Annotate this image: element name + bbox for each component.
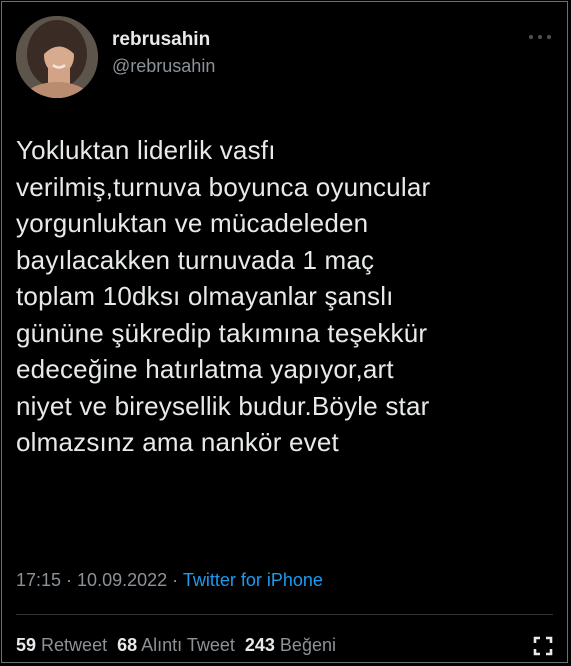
- more-dots-icon[interactable]: [529, 32, 551, 42]
- tweet-line: olmazsınz ama nankör evet: [16, 427, 339, 457]
- tweet-source-link[interactable]: Twitter for iPhone: [183, 570, 323, 590]
- like-stat[interactable]: 243 Beğeni: [245, 635, 336, 655]
- like-count: 243: [244, 635, 275, 655]
- tweet-line: yorgunluktan ve mücadeleden: [16, 208, 369, 238]
- meta-separator: ·: [61, 570, 78, 590]
- avatar[interactable]: [16, 16, 98, 98]
- tweet-meta: 17:15 · 10.09.2022 · Twitter for iPhone: [16, 570, 323, 591]
- quote-label: Alıntı Tweet: [141, 635, 235, 655]
- retweet-stat[interactable]: 59 Retweet: [16, 635, 107, 655]
- tweet-line: Yokluktan liderlik vasfı: [16, 135, 276, 165]
- display-name[interactable]: rebrusahin: [112, 28, 215, 52]
- tweet-line: gününe şükredip takımına teşekkür: [16, 317, 428, 348]
- quote-count: 68: [117, 635, 138, 655]
- tweet-card: rebrusahin @rebrusahin Yokluktan liderli…: [1, 1, 568, 663]
- author-names: rebrusahin @rebrusahin: [112, 28, 215, 78]
- tweet-text: Yokluktan liderlik vasfı verilmiş,turnuv…: [16, 132, 556, 461]
- user-handle[interactable]: @rebrusahin: [112, 54, 215, 78]
- tweet-stats: 59 Retweet 68 Alıntı Tweet 243 Beğeni: [16, 635, 336, 656]
- divider: [16, 614, 553, 615]
- avatar-image: [16, 16, 98, 98]
- tweet-time[interactable]: 17:15: [16, 570, 61, 590]
- quote-stat[interactable]: 68 Alıntı Tweet: [117, 635, 235, 655]
- tweet-line: edeceğine hatırlatma yapıyor,art: [16, 354, 394, 384]
- like-label: Beğeni: [279, 635, 336, 655]
- tweet-line: verilmiş,turnuva boyunca oyuncular: [16, 171, 431, 202]
- expand-icon[interactable]: [533, 636, 553, 656]
- retweet-label: Retweet: [41, 635, 108, 655]
- tweet-header: rebrusahin @rebrusahin: [16, 16, 553, 100]
- tweet-line: bayılacakken turnuvada 1 maç: [16, 244, 375, 275]
- tweet-date[interactable]: 10.09.2022: [77, 570, 167, 590]
- retweet-count: 59: [16, 635, 37, 655]
- tweet-line: toplam 10dksı olmayanlar şanslı: [16, 281, 394, 311]
- meta-separator: ·: [167, 570, 183, 590]
- tweet-line: niyet ve bireysellik budur.Böyle star: [16, 390, 430, 421]
